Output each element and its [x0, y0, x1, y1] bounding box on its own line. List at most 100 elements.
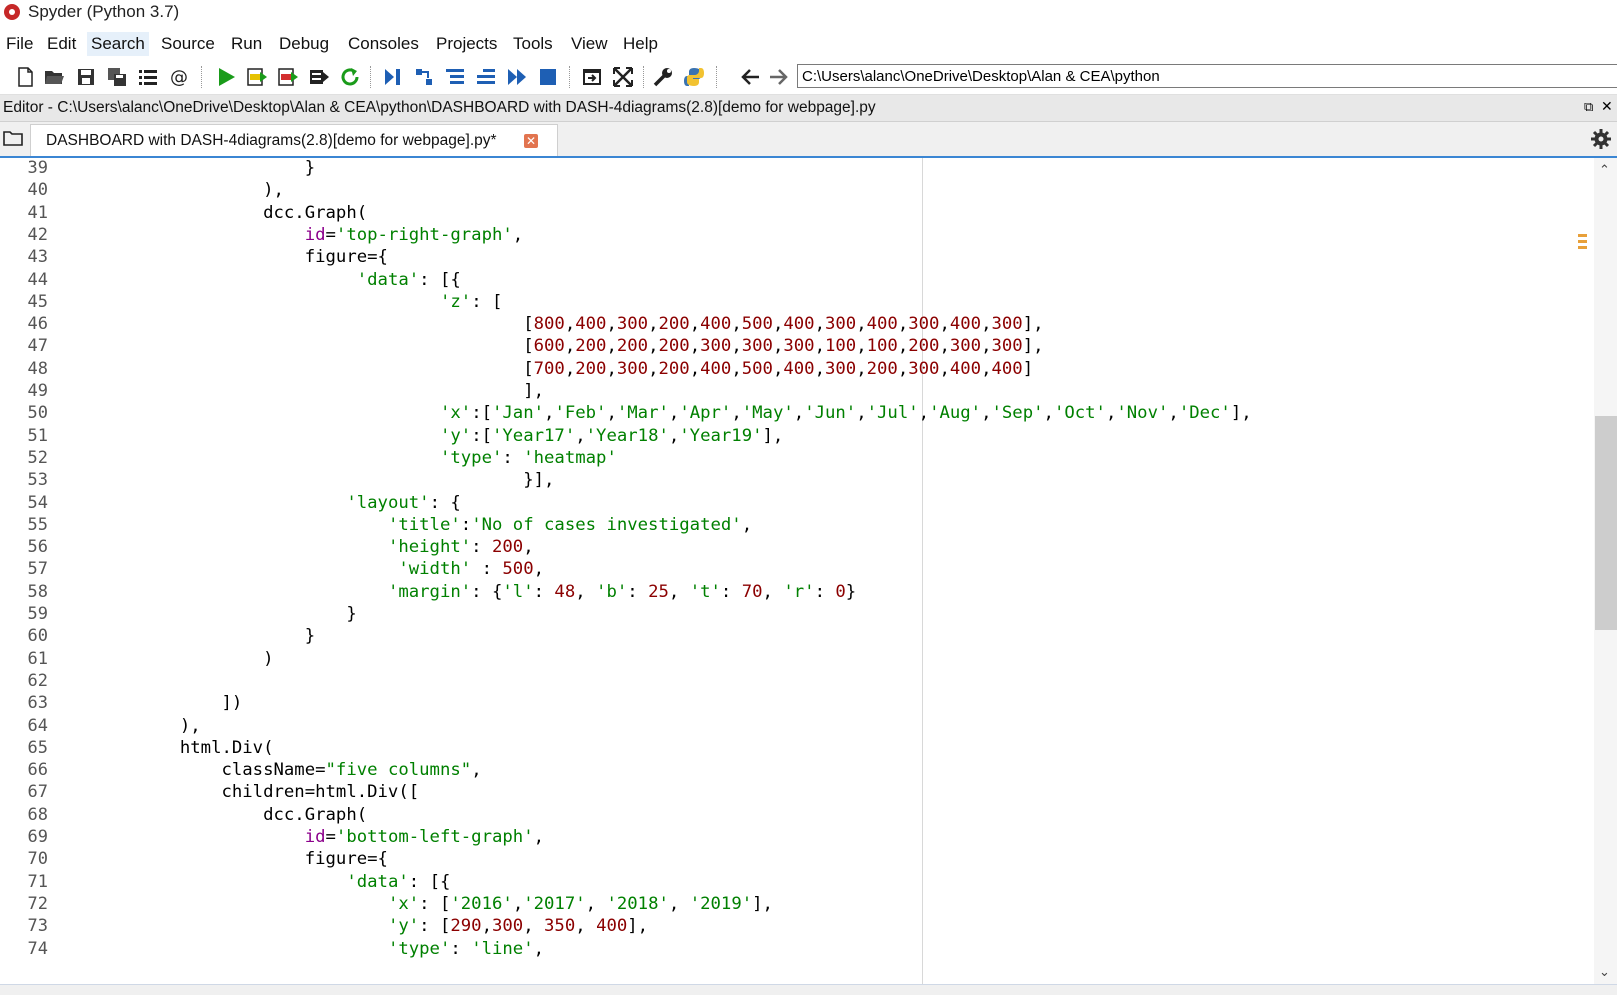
code-line[interactable]: [800,400,300,200,400,500,400,300,400,300…	[55, 314, 1043, 334]
menu-debug[interactable]: Debug	[275, 32, 333, 56]
scroll-up-icon[interactable]: ⌃	[1599, 162, 1610, 178]
forward-arrow-icon[interactable]	[767, 65, 791, 89]
save-all-icon[interactable]	[105, 65, 129, 89]
undock-icon[interactable]: ⧉	[1584, 99, 1593, 115]
code-line[interactable]: 'x':['Jan','Feb','Mar','Apr','May','Jun'…	[55, 403, 1252, 423]
rerun-icon[interactable]	[338, 65, 362, 89]
step-into-icon[interactable]	[443, 65, 467, 89]
code-line[interactable]: [600,200,200,200,300,300,300,100,100,200…	[55, 336, 1043, 356]
code-line[interactable]: id='bottom-left-graph',	[55, 827, 544, 847]
code-line[interactable]: 'y': [290,300, 350, 400],	[55, 916, 648, 936]
fullscreen-icon[interactable]	[611, 65, 635, 89]
code-line[interactable]: 'y':['Year17','Year18','Year19'],	[55, 426, 783, 446]
code-line[interactable]: ),	[55, 180, 284, 200]
run-selection-icon[interactable]	[307, 65, 331, 89]
close-tab-icon[interactable]: ✕	[524, 134, 538, 148]
line-number: 40	[27, 180, 48, 201]
menu-consoles[interactable]: Consoles	[344, 32, 423, 56]
code-line[interactable]: 'height': 200,	[55, 537, 534, 557]
code-line[interactable]: 'x': ['2016','2017', '2018', '2019'],	[55, 894, 773, 914]
code-line[interactable]: dcc.Graph(	[55, 805, 367, 825]
continue-icon[interactable]	[505, 65, 529, 89]
python-path-icon[interactable]	[682, 65, 706, 89]
line-number: 57	[27, 559, 48, 580]
run-icon[interactable]	[214, 65, 238, 89]
at-icon[interactable]: @	[167, 65, 191, 89]
code-line[interactable]: }],	[55, 470, 554, 490]
code-line[interactable]: 'width' : 500,	[55, 559, 544, 579]
line-number: 52	[27, 447, 48, 468]
code-line[interactable]: figure={	[55, 247, 388, 267]
code-line[interactable]: ),	[55, 716, 201, 736]
step-icon[interactable]	[412, 65, 436, 89]
menu-edit[interactable]: Edit	[43, 32, 80, 56]
menu-run[interactable]: Run	[227, 32, 266, 56]
line-number: 70	[27, 849, 48, 870]
tab-dashboard-file[interactable]: DASHBOARD with DASH-4diagrams(2.8)[demo …	[30, 124, 558, 156]
code-editor[interactable]: 39 40 41 42 43 44 45 46 47 48 49 50 51 52 53 54 55 56 57 58…	[0, 158, 1617, 984]
code-line[interactable]: }	[55, 604, 356, 624]
code-line[interactable]: 'data': [{	[55, 270, 461, 290]
line-number: 73	[27, 916, 48, 937]
code-line[interactable]: id='top-right-graph',	[55, 225, 524, 245]
line-number: 43	[27, 247, 48, 268]
line-number: 69	[27, 827, 48, 847]
new-file-icon[interactable]	[13, 65, 37, 89]
menu-tools[interactable]: Tools	[509, 32, 557, 56]
menu-help[interactable]: Help	[619, 32, 662, 56]
scroll-down-icon[interactable]: ⌄	[1599, 964, 1610, 980]
line-number: 50	[27, 403, 48, 424]
line-number: 63	[27, 693, 48, 714]
menu-bar: File Edit Search Source Run Debug Consol…	[0, 28, 1617, 58]
stop-icon[interactable]	[536, 65, 560, 89]
vertical-scrollbar[interactable]: ⌃ ⌄	[1594, 158, 1617, 984]
browse-tabs-icon[interactable]	[2, 129, 24, 147]
code-line[interactable]: ],	[55, 381, 544, 401]
code-line[interactable]: 'title':'No of cases investigated',	[55, 515, 752, 535]
code-line[interactable]: ])	[55, 693, 242, 713]
line-number: 66	[27, 760, 48, 781]
code-line[interactable]: 'z': [	[55, 292, 502, 312]
menu-source[interactable]: Source	[157, 32, 219, 56]
code-line[interactable]: figure={	[55, 849, 388, 869]
window-title: Spyder (Python 3.7)	[28, 2, 180, 21]
menu-search[interactable]: Search	[87, 32, 149, 56]
run-cell-icon[interactable]	[245, 65, 269, 89]
code-line[interactable]: }	[55, 626, 315, 646]
menu-view[interactable]: View	[567, 32, 612, 56]
code-line[interactable]: 'type': 'heatmap'	[55, 448, 617, 468]
occurrence-markers	[1578, 234, 1588, 252]
run-cell-advance-icon[interactable]	[276, 65, 300, 89]
code-line[interactable]: )	[55, 649, 273, 669]
gear-icon[interactable]	[1590, 128, 1612, 150]
save-icon[interactable]	[74, 65, 98, 89]
open-file-icon[interactable]	[42, 65, 66, 89]
scrollbar-thumb[interactable]	[1595, 416, 1617, 630]
code-line[interactable]: 'margin': {'l': 48, 'b': 25, 't': 70, 'r…	[55, 582, 856, 602]
list-icon[interactable]	[136, 65, 160, 89]
debug-icon[interactable]	[381, 65, 405, 89]
line-number: 68	[27, 804, 48, 825]
wrench-icon[interactable]	[651, 65, 675, 89]
line-number: 71	[27, 871, 48, 892]
edge-line	[922, 158, 923, 984]
back-arrow-icon[interactable]	[738, 65, 762, 89]
code-line[interactable]: 'type': 'line',	[55, 939, 544, 959]
menu-projects[interactable]: Projects	[432, 32, 501, 56]
code-line[interactable]: 'layout': {	[55, 493, 460, 513]
code-line[interactable]: className="five columns",	[55, 760, 481, 780]
code-line[interactable]: dcc.Graph(	[55, 203, 367, 223]
code-line[interactable]: [700,200,300,200,400,500,400,300,200,300…	[55, 359, 1033, 379]
code-line[interactable]: }	[55, 158, 315, 178]
step-return-icon[interactable]	[474, 65, 498, 89]
line-number: 65	[27, 737, 48, 758]
code-line[interactable]: children=html.Div([	[55, 782, 419, 802]
close-pane-icon[interactable]: ✕	[1601, 98, 1613, 115]
title-bar: Spyder (Python 3.7)	[0, 0, 1617, 26]
code-line[interactable]: 'data': [{	[55, 872, 450, 892]
line-number: 55	[27, 514, 48, 535]
working-directory-field[interactable]: C:\Users\alanc\OneDrive\Desktop\Alan & C…	[797, 64, 1617, 88]
code-line[interactable]: html.Div(	[55, 738, 274, 758]
menu-file[interactable]: File	[2, 32, 37, 56]
maximize-pane-icon[interactable]	[580, 65, 604, 89]
